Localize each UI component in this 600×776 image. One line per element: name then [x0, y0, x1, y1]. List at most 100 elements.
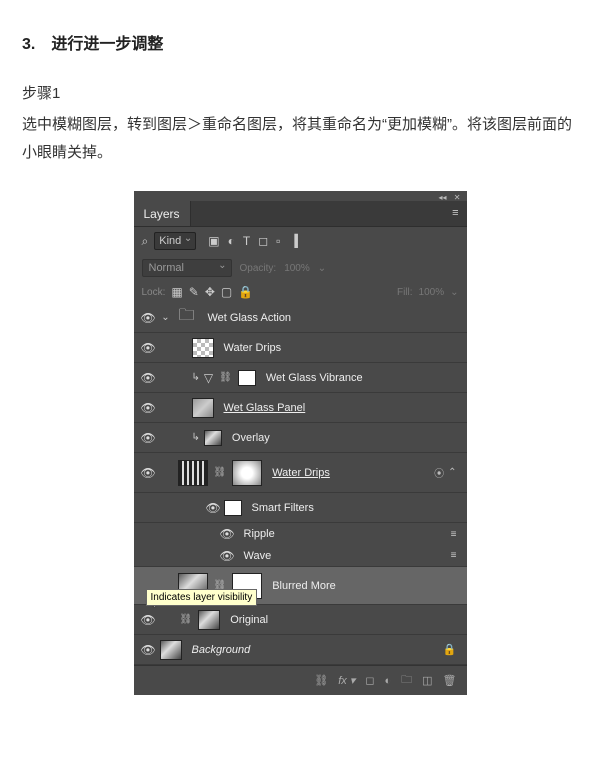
link-icon: ⛓ — [212, 467, 229, 478]
visibility-toggle[interactable]: 👁 — [141, 373, 155, 383]
filter-shape-icon[interactable]: ◻ — [258, 234, 268, 248]
filter-options-icon[interactable]: ≡ — [451, 529, 461, 540]
lock-all-icon[interactable]: 🔒 — [238, 285, 253, 299]
link-layers-icon[interactable]: ⛓ — [314, 674, 328, 687]
filter-adjustment-icon[interactable]: ◐ — [228, 234, 235, 248]
lock-brush-icon[interactable]: ✎ — [189, 285, 199, 299]
layer-smart-filters[interactable]: 👁 Smart Filters — [134, 493, 467, 523]
layer-name: Water Drips — [218, 342, 282, 354]
mask-thumbnail — [238, 370, 256, 386]
expand-arrow-icon[interactable]: ⌄ — [160, 312, 172, 323]
visibility-toggle[interactable]: 👁 — [206, 503, 220, 513]
mask-thumbnail — [232, 460, 262, 486]
clip-icon: ↳ — [192, 432, 200, 443]
filter-pixel-icon[interactable]: ▣ — [208, 234, 219, 248]
layer-thumbnail — [160, 640, 182, 660]
document-body: 3. 进行进一步调整 步骤1 选中模糊图层，转到图层＞重命名图层，将其重命名为“… — [0, 0, 600, 725]
layers-list: 👁 ⌄ 🗀 Wet Glass Action 👁 Water Drips 👁 — [134, 303, 467, 665]
filter-smart-icon[interactable]: ▫ — [276, 234, 280, 248]
section-heading: 3. 进行进一步调整 — [22, 30, 578, 54]
lock-label: Lock: — [142, 287, 166, 298]
visibility-tooltip: Indicates layer visibility — [146, 589, 258, 606]
folder-icon: 🗀 — [176, 308, 198, 328]
lock-row: Lock: ▦ ✎ ✥ ▢ 🔒 Fill: 100% ⌄ — [134, 281, 467, 303]
layer-name: Smart Filters — [246, 502, 314, 514]
link-icon: ⛓ — [178, 614, 195, 625]
fx-icon[interactable]: fx ▾ — [338, 674, 355, 687]
fill-label: Fill: — [397, 287, 413, 298]
filter-mask-thumbnail — [224, 500, 242, 516]
opacity-value[interactable]: 100% — [284, 263, 310, 274]
filter-type-icon[interactable]: T — [243, 234, 250, 248]
layer-thumbnail — [192, 338, 214, 358]
lock-artboard-icon[interactable]: ▢ — [221, 285, 232, 299]
fx-badge-icon[interactable]: ⦿ — [434, 465, 444, 480]
mask-icon[interactable]: ◻ — [365, 674, 374, 687]
new-layer-icon[interactable]: ◫ — [422, 674, 432, 687]
filter-toggle-icon[interactable]: ▍ — [294, 234, 303, 248]
layer-name: Wet Glass Panel — [218, 402, 306, 414]
visibility-toggle[interactable]: 👁 — [220, 529, 234, 539]
layer-name: Wet Glass Vibrance — [260, 372, 363, 384]
layer-thumbnail — [198, 610, 220, 630]
blend-mode-row: Normal Opacity: 100% ⌄ — [134, 255, 467, 281]
panel-bottom-bar: ⛓ fx ▾ ◻ ◐ 🗀 ◫ 🗑 — [134, 665, 467, 695]
link-icon: ⛓ — [217, 372, 234, 383]
lock-move-icon[interactable]: ✥ — [205, 285, 215, 299]
layer-thumbnail — [192, 398, 214, 418]
adjustment-icon: ▽ — [204, 371, 213, 385]
visibility-toggle[interactable]: 👁 — [141, 313, 155, 323]
panel-menu-icon[interactable]: ≡ — [444, 201, 466, 226]
layer-name: Wet Glass Action — [202, 312, 292, 324]
layers-panel: ◂◂ ✕ Layers ≡ ⌕ Kind ▣ ◐ T ◻ ▫ ▍ — [134, 191, 467, 695]
visibility-toggle[interactable]: 👁 — [141, 615, 155, 625]
filter-kind-select[interactable]: Kind — [154, 232, 196, 250]
filter-wave[interactable]: 👁 Wave ≡ — [134, 545, 467, 567]
panel-titlebar: ◂◂ ✕ — [134, 191, 467, 201]
layer-blurred-more[interactable]: ↖ ⛓ Blurred More Indicates layer visibil… — [134, 567, 467, 605]
body-paragraph: 选中模糊图层，转到图层＞重命名图层，将其重命名为“更加模糊”。将该图层前面的小眼… — [22, 111, 578, 167]
blend-mode-select[interactable]: Normal — [142, 259, 232, 277]
lock-transparency-icon[interactable]: ▦ — [171, 285, 182, 299]
visibility-toggle[interactable]: 👁 — [141, 343, 155, 353]
delete-icon[interactable]: 🗑 — [443, 674, 457, 687]
clip-icon: ↳ — [192, 372, 200, 383]
fill-value[interactable]: 100% — [419, 287, 445, 298]
visibility-toggle[interactable]: 👁 — [141, 645, 155, 655]
filter-options-icon[interactable]: ≡ — [451, 550, 461, 561]
search-icon: ⌕ — [142, 234, 149, 249]
layer-name: Background — [186, 644, 251, 656]
panel-close-icon[interactable]: ✕ — [454, 193, 461, 202]
visibility-toggle[interactable]: 👁 — [220, 551, 234, 561]
panel-collapse-icon[interactable]: ◂◂ — [438, 193, 446, 202]
group-icon[interactable]: 🗀 — [401, 671, 412, 690]
opacity-label: Opacity: — [240, 263, 277, 274]
layer-original[interactable]: 👁 ⛓ Original — [134, 605, 467, 635]
panel-tabs: Layers ≡ — [134, 201, 467, 227]
layer-glass-panel[interactable]: 👁 Wet Glass Panel — [134, 393, 467, 423]
step-label: 步骤1 — [22, 82, 578, 103]
filter-name: Ripple — [238, 528, 275, 540]
layer-water-drips[interactable]: 👁 Water Drips — [134, 333, 467, 363]
layer-name: Overlay — [226, 432, 270, 444]
visibility-toggle[interactable]: 👁 — [141, 433, 155, 443]
layer-name: Blurred More — [266, 580, 336, 592]
layer-thumbnail — [204, 430, 222, 446]
lock-icon[interactable]: 🔒 — [443, 643, 461, 656]
layer-water-drips2[interactable]: 👁 ⛓ Water Drips ⦿ ⌃ — [134, 453, 467, 493]
visibility-toggle[interactable]: 👁 — [141, 403, 155, 413]
filter-name: Wave — [238, 550, 272, 562]
layer-name: Original — [224, 614, 268, 626]
layer-group[interactable]: 👁 ⌄ 🗀 Wet Glass Action — [134, 303, 467, 333]
layer-background[interactable]: 👁 Background 🔒 — [134, 635, 467, 665]
layer-overlay[interactable]: 👁 ↳ Overlay — [134, 423, 467, 453]
expand-icon[interactable]: ⌃ — [448, 467, 456, 478]
layer-filter-row: ⌕ Kind ▣ ◐ T ◻ ▫ ▍ — [134, 227, 467, 255]
filter-ripple[interactable]: 👁 Ripple ≡ — [134, 523, 467, 545]
layer-name: Water Drips — [266, 467, 330, 479]
layer-vibrance[interactable]: 👁 ↳ ▽ ⛓ Wet Glass Vibrance — [134, 363, 467, 393]
adjustment-icon[interactable]: ◐ — [384, 675, 391, 687]
tab-layers[interactable]: Layers — [134, 201, 191, 226]
filter-thumbnail — [178, 460, 208, 486]
visibility-toggle[interactable]: 👁 — [141, 468, 155, 478]
